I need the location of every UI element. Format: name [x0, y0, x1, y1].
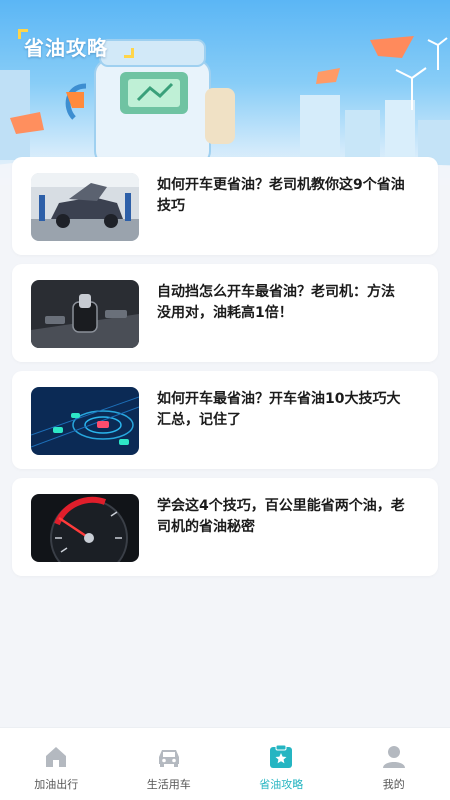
screen: 省油攻略 如何开车更省油？老司机教你这9个省油技巧 自动挡怎么开车最省油？老司机…: [0, 0, 450, 800]
article-card-4[interactable]: 学会这4个技巧，百公里能省两个油，老司机的省油秘密: [12, 478, 438, 576]
nav-label: 我的: [382, 778, 405, 791]
traffic-radar-image: [31, 387, 139, 455]
article-card-2[interactable]: 自动挡怎么开车最省油？老司机：方法没用对，油耗高1倍！: [12, 264, 438, 362]
article-card-1[interactable]: 如何开车更省油？老司机教你这9个省油技巧: [12, 157, 438, 255]
user-icon: [382, 746, 405, 768]
gear-shifter-image: [31, 280, 139, 348]
nav-item-car-life[interactable]: 生活用车: [113, 728, 226, 800]
article-card-3[interactable]: 如何开车最省油？开车省油10大技巧大汇总，记住了: [12, 371, 438, 469]
nav-item-fuel-travel[interactable]: 加油出行: [0, 728, 113, 800]
home-icon: [46, 747, 67, 767]
car-garage-image: [31, 173, 139, 241]
article-title: 如何开车更省油？老司机教你这9个省油技巧: [157, 177, 405, 214]
guide-icon: [270, 744, 293, 768]
bottom-nav: 加油出行 生活用车 省油攻略 我的: [0, 727, 450, 800]
article-title: 如何开车最省油？开车省油10大技巧大汇总，记住了: [157, 391, 401, 428]
nav-label: 加油出行: [34, 778, 79, 791]
nav-item-fuel-guide[interactable]: 省油攻略: [225, 728, 338, 800]
article-title: 学会这4个技巧，百公里能省两个油，老司机的省油秘密: [157, 498, 405, 535]
speedometer-image: [31, 494, 139, 562]
car-icon: [158, 750, 179, 767]
title-bracket-right: [124, 48, 134, 58]
nav-label: 生活用车: [146, 778, 191, 791]
article-title: 自动挡怎么开车最省油？老司机：方法没用对，油耗高1倍！: [157, 284, 395, 321]
nav-item-mine[interactable]: 我的: [338, 728, 450, 800]
nav-label: 省油攻略: [259, 778, 304, 791]
page-title: 省油攻略: [24, 36, 108, 60]
article-list: 如何开车更省油？老司机教你这9个省油技巧 自动挡怎么开车最省油？老司机：方法没用…: [12, 157, 438, 585]
